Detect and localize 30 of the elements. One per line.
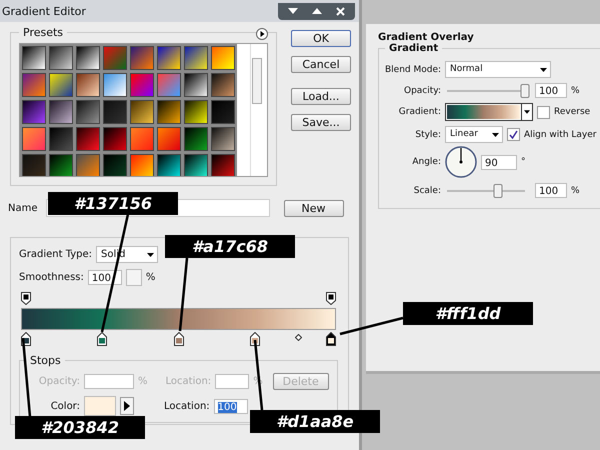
stops-label: Stops [29, 354, 62, 367]
percent-unit: % [571, 86, 580, 96]
opacity-label: Opacity: [403, 86, 441, 96]
scale-label: Scale: [412, 186, 441, 196]
percent-unit: % [138, 376, 148, 387]
hex-code-tooltip: #a17c68 [165, 235, 295, 258]
hex-code-tooltip: #d1aa8e [250, 410, 380, 433]
gradient-label: Gradient: [398, 107, 441, 117]
presets-label: Presets [22, 26, 64, 39]
hex-code-tooltip: #203842 [15, 416, 145, 439]
opacity-label: Opacity: [38, 376, 80, 387]
hex-code-tooltip: #fff1dd [403, 302, 533, 325]
hex-code-tooltip: #137156 [48, 192, 178, 215]
degree-unit: ° [521, 157, 526, 167]
smoothness-label: Smoothness: [19, 272, 84, 283]
angle-label: Angle: [411, 157, 441, 167]
section-title: Gradient Overlay [378, 32, 475, 43]
percent-unit: % [571, 186, 580, 196]
align-label: Align with Layer [524, 130, 596, 140]
reverse-label: Reverse [554, 107, 590, 117]
window-title: Gradient Editor [2, 4, 86, 18]
style-label: Style: [414, 130, 441, 140]
location-label: Location: [164, 400, 210, 412]
color-label: Color: [50, 400, 80, 412]
name-label: Name [8, 202, 38, 214]
location-label: Location: [166, 376, 212, 387]
percent-unit: % [146, 272, 156, 283]
group-label: Gradient [388, 43, 440, 54]
gradient-type-label: Gradient Type: [19, 249, 92, 260]
blend-mode-label: Blend Mode: [385, 64, 441, 74]
